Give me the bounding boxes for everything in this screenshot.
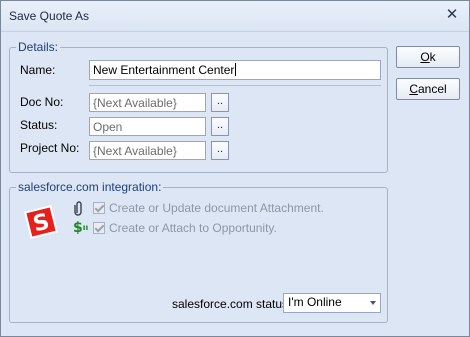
name-label: Name: [20, 63, 56, 77]
title-bar: Save Quote As ✕ [1, 1, 469, 32]
divider [89, 85, 381, 86]
details-legend: Details: [18, 40, 59, 54]
status-browse-button[interactable]: .. [211, 117, 229, 136]
sf-status-select[interactable]: I'm Online [283, 293, 381, 313]
sf-status-label: salesforce.com status: [172, 297, 292, 311]
name-value: New Entertainment Center [93, 63, 235, 77]
docno-browse-button[interactable]: .. [211, 93, 229, 112]
projectno-browse-button[interactable]: .. [211, 141, 229, 160]
ok-button[interactable]: Ok [396, 46, 460, 68]
salesforce-logo-icon: S [24, 205, 58, 239]
status-field[interactable]: Open [89, 117, 206, 136]
attachment-option-label: Create or Update document Attachment. [109, 201, 324, 215]
close-icon[interactable]: ✕ [441, 5, 463, 25]
attachment-checkbox[interactable] [93, 202, 105, 214]
docno-field[interactable]: {Next Available} [89, 93, 206, 112]
dollar-symbol: $ [73, 220, 83, 236]
cancel-label: Cancel [409, 82, 447, 96]
save-quote-dialog: Save Quote As ✕ Details: Name: New Enter… [0, 0, 470, 337]
opportunity-checkbox[interactable] [93, 222, 105, 234]
dialog-body: Details: Name: New Entertainment Center … [1, 32, 469, 336]
docno-label: Doc No: [20, 95, 64, 109]
text-caret [235, 63, 237, 76]
salesforce-legend: salesforce.com integration: [18, 180, 162, 194]
window-title: Save Quote As [9, 9, 90, 23]
projectno-field[interactable]: {Next Available} [89, 141, 206, 160]
projectno-label: Project No: [20, 141, 80, 155]
paperclip-icon [74, 201, 82, 216]
opportunity-option-label: Create or Attach to Opportunity. [109, 221, 277, 235]
dollar-icon: $ıı [73, 220, 89, 236]
status-label: Status: [20, 118, 58, 132]
name-field[interactable]: New Entertainment Center [89, 60, 381, 80]
chevron-down-icon [370, 301, 376, 305]
cancel-button[interactable]: Cancel [396, 78, 460, 100]
sf-status-value: I'm Online [288, 295, 342, 309]
ok-label: Ok [420, 50, 436, 64]
